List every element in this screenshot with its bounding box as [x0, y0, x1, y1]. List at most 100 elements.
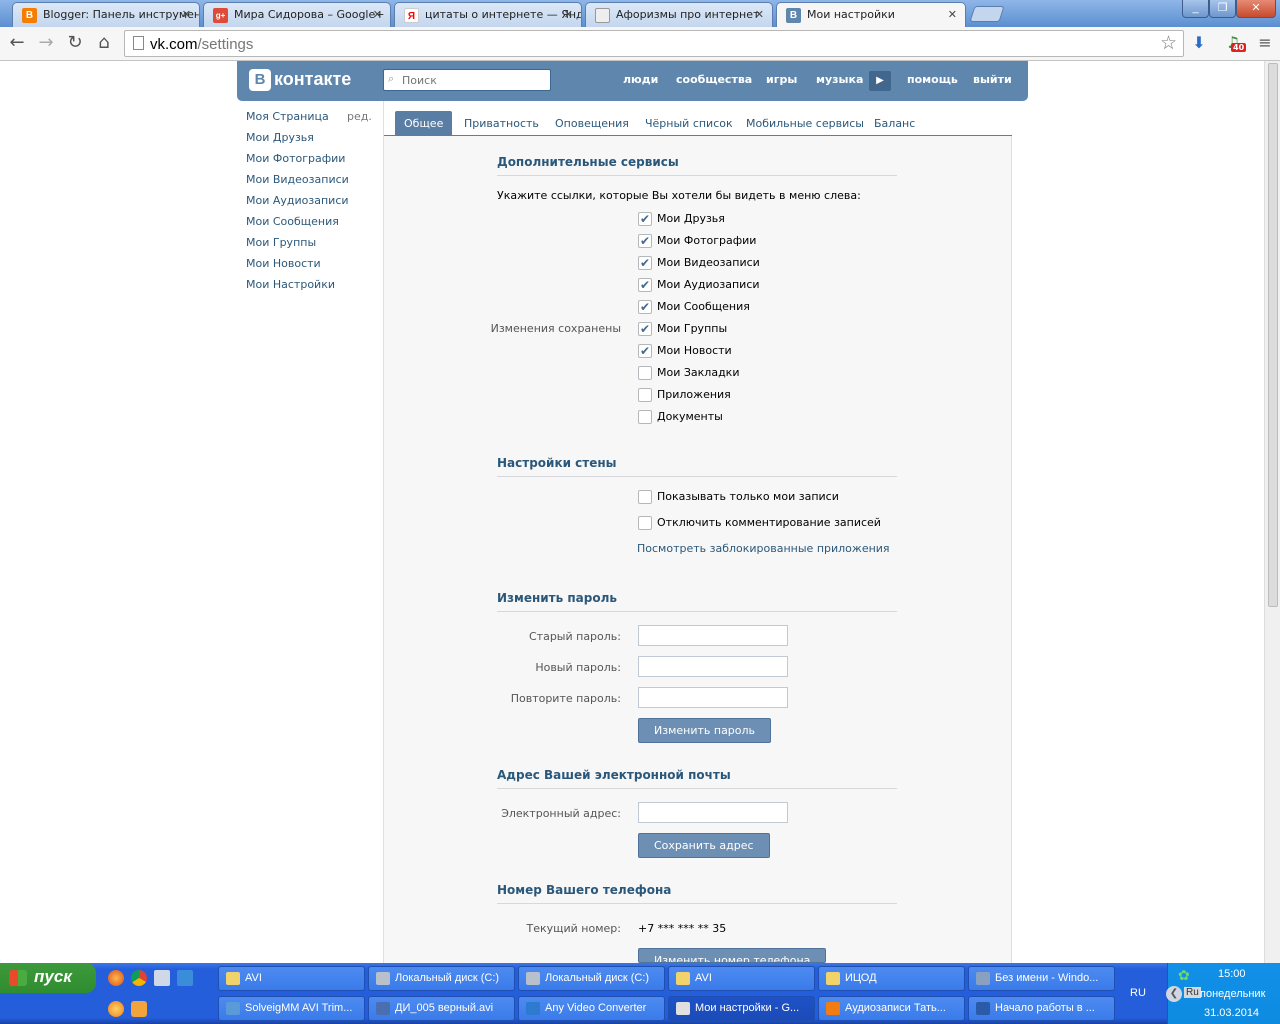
checkmark-icon[interactable]: ✔ — [638, 212, 652, 226]
browser-tab-vk-settings[interactable]: B Мои настройки ✕ — [776, 2, 966, 27]
service-checkbox[interactable] — [638, 366, 652, 380]
extension-icon[interactable]: ♫ 40 — [1221, 31, 1247, 55]
menu-settings[interactable]: Мои Настройки — [246, 278, 335, 291]
tab-title: Blogger: Панель инструмен — [43, 8, 200, 21]
browser-tab-google-plus[interactable]: g+ Мира Сидорова – Google+ ✕ — [203, 2, 391, 27]
tab-general[interactable]: Общее — [395, 111, 453, 136]
service-checkbox[interactable] — [638, 410, 652, 424]
old-password-field[interactable] — [638, 625, 788, 646]
media-icon[interactable] — [108, 1001, 124, 1017]
calculator-icon[interactable] — [154, 970, 170, 986]
close-icon[interactable]: ✕ — [182, 8, 191, 21]
new-tab-button[interactable] — [969, 6, 1005, 22]
task-chrome-settings[interactable]: Мои настройки - G... — [668, 996, 815, 1021]
download-icon[interactable]: ⬇ — [1187, 31, 1211, 55]
menu-icon[interactable]: ≡ — [1253, 31, 1277, 55]
clover-icon[interactable]: ✿ — [1178, 967, 1190, 984]
service-checkbox[interactable] — [638, 388, 652, 402]
page-scrollbar[interactable] — [1264, 61, 1280, 963]
start-button[interactable]: пуск — [0, 963, 96, 993]
browser-tab-yandex[interactable]: Я цитаты о интернете — Янд ✕ — [394, 2, 582, 27]
save-email-button[interactable]: Сохранить адрес — [638, 833, 770, 858]
task-avi-folder-2[interactable]: AVI — [668, 966, 815, 991]
language-indicator[interactable]: RU — [1130, 987, 1146, 999]
menu-audio[interactable]: Мои Аудиозаписи — [246, 194, 349, 207]
tab-blacklist[interactable]: Чёрный список — [645, 117, 733, 130]
only-mine-checkbox[interactable] — [638, 490, 652, 504]
task-solveig[interactable]: SolveigMM AVI Trim... — [218, 996, 365, 1021]
browser-tab-aphorisms[interactable]: Афоризмы про интернет ✕ — [585, 2, 773, 27]
email-label: Электронный адрес: — [501, 807, 621, 820]
task-avi-folder[interactable]: AVI — [218, 966, 365, 991]
tab-mobile[interactable]: Мобильные сервисы — [746, 117, 864, 130]
email-field[interactable] — [638, 802, 788, 823]
disable-comments-checkbox[interactable] — [638, 516, 652, 530]
checkmark-icon[interactable]: ✔ — [638, 344, 652, 358]
scrollbar-thumb[interactable] — [1268, 63, 1278, 607]
task-firefox-audio[interactable]: Аудиозаписи Тать... — [818, 996, 965, 1021]
checkmark-icon[interactable]: ✔ — [638, 256, 652, 270]
close-icon[interactable]: ✕ — [564, 8, 573, 21]
search-box[interactable]: ⌕ — [383, 69, 551, 91]
menu-friends[interactable]: Мои Друзья — [246, 131, 314, 144]
play-icon[interactable]: ▶ — [869, 71, 891, 91]
phone-label: Текущий номер: — [526, 922, 621, 935]
nav-help[interactable]: помощь — [907, 73, 958, 86]
blocked-apps-link[interactable]: Посмотреть заблокированные приложения — [637, 542, 890, 555]
menu-groups[interactable]: Мои Группы — [246, 236, 316, 249]
menu-photos[interactable]: Мои Фотографии — [246, 152, 345, 165]
menu-news[interactable]: Мои Новости — [246, 257, 321, 270]
checkmark-icon[interactable]: ✔ — [638, 234, 652, 248]
maximize-icon[interactable]: ❐ — [1209, 0, 1236, 18]
tab-notifications[interactable]: Оповещения — [555, 117, 629, 130]
close-icon[interactable]: ✕ — [948, 8, 957, 21]
checkmark-icon[interactable]: ✔ — [638, 300, 652, 314]
tab-balance[interactable]: Баланс — [874, 117, 915, 130]
tab-privacy[interactable]: Приватность — [464, 117, 539, 130]
close-icon[interactable]: ✕ — [373, 8, 382, 21]
address-bar[interactable]: vk.com/settings ☆ — [124, 30, 1184, 57]
menu-messages[interactable]: Мои Сообщения — [246, 215, 339, 228]
nav-logout[interactable]: выйти — [973, 73, 1012, 86]
task-di-avi[interactable]: ДИ_005 верный.avi — [368, 996, 515, 1021]
task-paint[interactable]: Без имени - Windo... — [968, 966, 1115, 991]
nav-music[interactable]: музыка — [816, 73, 863, 86]
nav-games[interactable]: игры — [766, 73, 797, 86]
clock-time[interactable]: 15:00 — [1218, 968, 1246, 980]
home-icon[interactable]: ⌂ — [92, 32, 116, 54]
repeat-password-field[interactable] — [638, 687, 788, 708]
nav-people[interactable]: люди — [623, 73, 658, 86]
chevron-left-icon[interactable]: ❮ — [1166, 986, 1182, 1002]
task-video-converter[interactable]: Any Video Converter — [518, 996, 665, 1021]
checkmark-icon[interactable]: ✔ — [638, 322, 652, 336]
forward-arrow-icon[interactable]: → — [34, 32, 58, 54]
checkmark-icon[interactable]: ✔ — [638, 278, 652, 292]
nav-communities[interactable]: сообщества — [676, 73, 752, 86]
chrome-icon[interactable] — [131, 970, 147, 986]
menu-edit-link[interactable]: ред. — [347, 110, 372, 123]
back-arrow-icon[interactable]: ← — [5, 32, 29, 54]
task-local-disk-2[interactable]: Локальный диск (C:) — [518, 966, 665, 991]
browser-toolbar: ← → ↻ ⌂ vk.com/settings ☆ ⬇ ♫ 40 ≡ — [0, 27, 1280, 61]
new-password-field[interactable] — [638, 656, 788, 677]
bookmark-star-icon[interactable]: ☆ — [1160, 32, 1177, 54]
close-window-icon[interactable]: ✕ — [1236, 0, 1276, 18]
task-local-disk[interactable]: Локальный диск (C:) — [368, 966, 515, 991]
menu-videos[interactable]: Мои Видеозаписи — [246, 173, 349, 186]
browser-tab-blogger[interactable]: B Blogger: Панель инструмен ✕ — [12, 2, 200, 27]
menu-my-page[interactable]: Моя Страница — [246, 110, 329, 123]
task-icod-folder[interactable]: ИЦОД — [818, 966, 965, 991]
task-word[interactable]: Начало работы в ... — [968, 996, 1115, 1021]
tray-language[interactable]: Ru — [1184, 987, 1201, 998]
search-input[interactable] — [402, 73, 542, 87]
change-password-button[interactable]: Изменить пароль — [638, 718, 772, 743]
app-icon[interactable] — [177, 970, 193, 986]
close-icon[interactable]: ✕ — [755, 8, 764, 21]
reload-icon[interactable]: ↻ — [63, 32, 87, 54]
app-icon — [826, 1002, 840, 1015]
tool-icon[interactable] — [131, 1001, 147, 1017]
change-phone-button[interactable]: Изменить номер телефона — [638, 948, 827, 963]
minimize-icon[interactable]: _ — [1182, 0, 1209, 18]
email-title: Адрес Вашей электронной почты — [497, 768, 897, 789]
firefox-icon[interactable] — [108, 970, 124, 986]
